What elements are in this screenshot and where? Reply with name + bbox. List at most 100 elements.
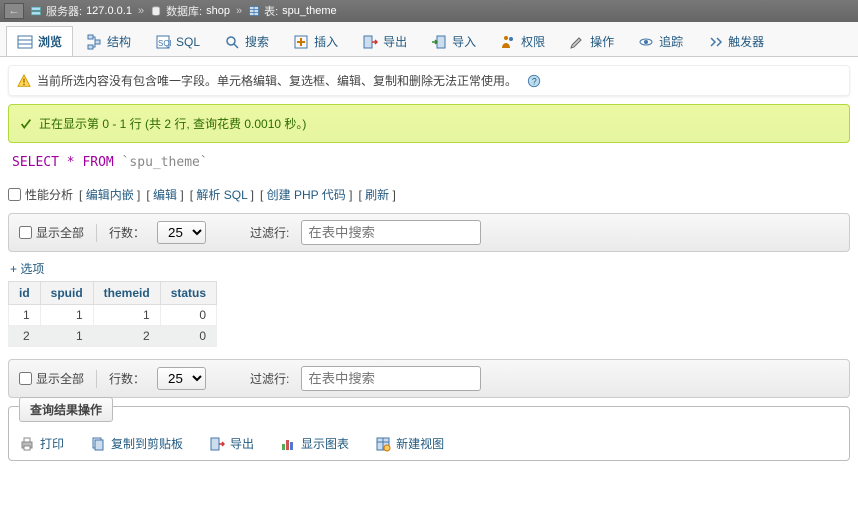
breadcrumb-bar: ← 服务器: 127.0.0.1 » 数据库: shop » 表: spu_th…: [0, 0, 858, 22]
tracking-icon: [638, 34, 654, 50]
tab-export[interactable]: 导出: [351, 26, 418, 56]
edit-link[interactable]: 编辑: [153, 188, 177, 202]
filter-label: 过滤行:: [250, 224, 289, 241]
cell: 0: [160, 326, 216, 347]
tab-browse[interactable]: 浏览: [6, 26, 73, 56]
create-php-link[interactable]: 创建 PHP 代码: [267, 188, 346, 202]
tab-import-label: 导入: [452, 33, 476, 50]
search-icon: [224, 34, 240, 50]
export-icon: [362, 34, 378, 50]
show-all-check-bottom[interactable]: [19, 372, 32, 385]
sql-table: `spu_theme`: [122, 155, 208, 170]
export-icon: [209, 436, 225, 452]
copy-button[interactable]: 复制到剪贴板: [90, 435, 183, 452]
success-banner: 正在显示第 0 - 1 行 (共 2 行, 查询花费 0.0010 秒。): [8, 104, 850, 143]
profiling-checkbox[interactable]: 性能分析: [8, 186, 73, 203]
cell: 1: [40, 326, 93, 347]
tab-privileges[interactable]: 权限: [489, 26, 556, 56]
result-operations: 查询结果操作 打印 复制到剪贴板 导出 显示图表 新建视图: [8, 406, 850, 461]
print-button[interactable]: 打印: [19, 435, 64, 452]
cell: 2: [9, 326, 41, 347]
options-toggle[interactable]: + 选项: [10, 260, 848, 277]
show-all-bottom[interactable]: 显示全部: [19, 370, 84, 387]
tab-operations[interactable]: 操作: [558, 26, 625, 56]
explain-link[interactable]: 解析 SQL: [196, 188, 247, 202]
success-text: 正在显示第 0 - 1 行 (共 2 行, 查询花费 0.0010 秒。): [39, 115, 306, 132]
notice-no-unique: 当前所选内容没有包含唯一字段。单元格编辑、复选框、编辑、复制和删除无法正常使用。…: [8, 65, 850, 96]
filter-input-bottom[interactable]: [301, 366, 481, 391]
export-button[interactable]: 导出: [209, 435, 254, 452]
profiling-check[interactable]: [8, 188, 21, 201]
print-label: 打印: [40, 435, 64, 452]
crumb-server-link[interactable]: 127.0.0.1: [86, 5, 132, 17]
sql-select: SELECT: [12, 155, 59, 170]
clipboard-icon: [90, 436, 106, 452]
tab-sql[interactable]: SQL SQL: [144, 26, 211, 56]
cell: 2: [93, 326, 160, 347]
col-id[interactable]: id: [9, 282, 41, 305]
sql-query: SELECT * FROM `spu_theme`: [8, 151, 850, 178]
crumb-table-link[interactable]: spu_theme: [282, 5, 336, 17]
crumb-server-label: 服务器:: [46, 3, 82, 19]
crumb-database[interactable]: 数据库: shop: [150, 3, 230, 19]
print-icon: [19, 436, 35, 452]
crumb-db-link[interactable]: shop: [206, 5, 230, 17]
filter-input-top[interactable]: [301, 220, 481, 245]
back-button[interactable]: ←: [4, 3, 24, 19]
tab-privileges-label: 权限: [521, 33, 545, 50]
notice-text: 当前所选内容没有包含唯一字段。单元格编辑、复选框、编辑、复制和删除无法正常使用。: [37, 72, 517, 89]
tab-export-label: 导出: [383, 33, 407, 50]
tab-insert[interactable]: 插入: [282, 26, 349, 56]
crumb-db-label: 数据库:: [166, 3, 202, 19]
table-header-row: id spuid themeid status: [9, 282, 217, 305]
triggers-icon: [707, 34, 723, 50]
sql-from: FROM: [82, 155, 113, 170]
cell: 1: [9, 305, 41, 326]
result-ops-legend: 查询结果操作: [19, 397, 113, 422]
profiling-label: 性能分析: [25, 186, 73, 203]
operations-icon: [569, 34, 585, 50]
sql-actions: 性能分析 [ 编辑内嵌 ] [ 编辑 ] [ 解析 SQL ] [ 创建 PHP…: [8, 186, 850, 203]
create-view-button[interactable]: 新建视图: [375, 435, 444, 452]
result-table: id spuid themeid status 1 1 1 0 2 1 2 0: [8, 281, 217, 347]
browse-icon: [17, 34, 33, 50]
svg-text:?: ?: [532, 76, 537, 86]
col-themeid[interactable]: themeid: [93, 282, 160, 305]
edit-inline-link[interactable]: 编辑内嵌: [86, 188, 134, 202]
tab-import[interactable]: 导入: [420, 26, 487, 56]
rows-select-bottom[interactable]: 25: [157, 367, 206, 390]
warning-icon: [17, 74, 31, 88]
show-all-label-b: 显示全部: [36, 370, 84, 387]
tab-operations-label: 操作: [590, 33, 614, 50]
tab-browse-label: 浏览: [38, 33, 62, 50]
chart-icon: [280, 436, 296, 452]
show-all-top[interactable]: 显示全部: [19, 224, 84, 241]
cell: 1: [93, 305, 160, 326]
view-icon: [375, 436, 391, 452]
col-status[interactable]: status: [160, 282, 216, 305]
chart-button[interactable]: 显示图表: [280, 435, 349, 452]
tab-tracking-label: 追踪: [659, 33, 683, 50]
server-icon: [30, 5, 42, 17]
database-icon: [150, 5, 162, 17]
tab-tracking[interactable]: 追踪: [627, 26, 694, 56]
crumb-sep: »: [138, 5, 144, 17]
chart-label: 显示图表: [301, 435, 349, 452]
options-link[interactable]: + 选项: [10, 262, 44, 276]
show-all-check-top[interactable]: [19, 226, 32, 239]
help-icon[interactable]: ?: [527, 74, 541, 88]
import-icon: [431, 34, 447, 50]
tab-triggers[interactable]: 触发器: [696, 26, 775, 56]
crumb-table[interactable]: 表: spu_theme: [248, 3, 337, 19]
show-all-label: 显示全部: [36, 224, 84, 241]
tab-structure[interactable]: 结构: [75, 26, 142, 56]
divider: [96, 370, 97, 388]
toolbar-top: 显示全部 行数： 25 过滤行:: [8, 213, 850, 252]
refresh-link[interactable]: 刷新: [365, 188, 389, 202]
cell: 1: [40, 305, 93, 326]
col-spuid[interactable]: spuid: [40, 282, 93, 305]
tab-search[interactable]: 搜索: [213, 26, 280, 56]
rows-select-top[interactable]: 25: [157, 221, 206, 244]
privileges-icon: [500, 34, 516, 50]
crumb-server[interactable]: 服务器: 127.0.0.1: [30, 3, 132, 19]
